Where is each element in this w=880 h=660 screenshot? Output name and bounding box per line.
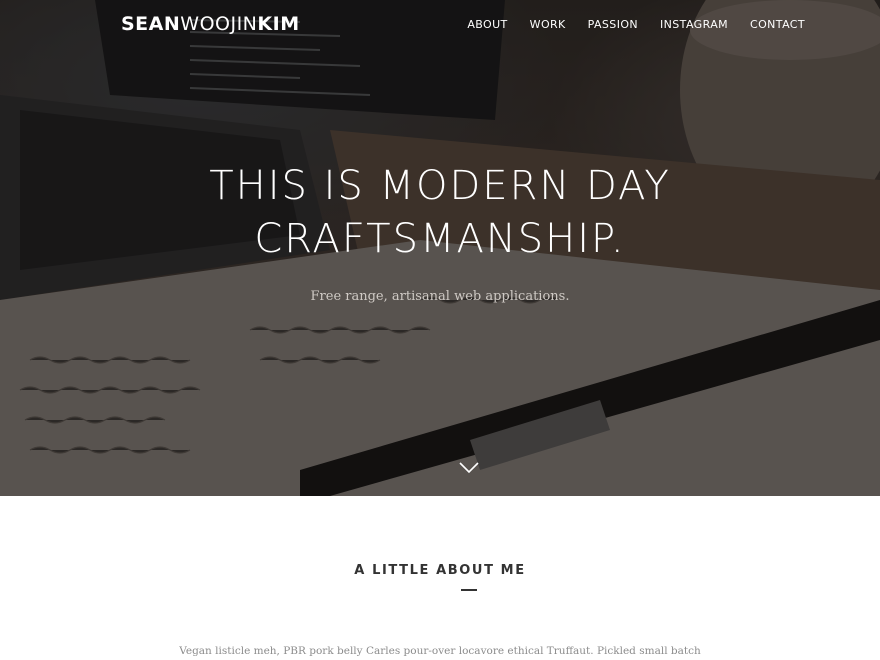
about-paragraph: Vegan listicle meh, PBR pork belly Carle… [179, 645, 701, 657]
hero-headline-line1: THIS IS MODERN DAY [209, 163, 671, 209]
about-section-title: A LITTLE ABOUT ME [354, 563, 526, 578]
nav-menu: ABOUT WORK PASSION INSTAGRAM CONTACT [467, 18, 805, 31]
logo-last-name: KIM [257, 13, 300, 35]
nav-item-about[interactable]: ABOUT [467, 18, 507, 31]
logo-middle-name: WOOJIN [180, 13, 258, 35]
chevron-down-icon[interactable] [459, 462, 479, 474]
nav-item-instagram[interactable]: INSTAGRAM [660, 18, 728, 31]
hero-headline-line2: CRAFTSMANSHIP. [254, 216, 626, 262]
hero-section: SEANWOOJINKIM ABOUT WORK PASSION INSTAGR… [0, 0, 880, 496]
top-navigation: SEANWOOJINKIM ABOUT WORK PASSION INSTAGR… [0, 0, 880, 50]
title-divider [461, 589, 477, 591]
hero-headline: THIS IS MODERN DAY CRAFTSMANSHIP. [0, 160, 880, 266]
nav-item-work[interactable]: WORK [530, 18, 566, 31]
hero-tagline: Free range, artisanal web applications. [310, 289, 570, 304]
nav-item-contact[interactable]: CONTACT [750, 18, 805, 31]
nav-item-passion[interactable]: PASSION [588, 18, 638, 31]
logo-first-name: SEAN [121, 13, 181, 35]
site-logo[interactable]: SEANWOOJINKIM [121, 13, 300, 35]
